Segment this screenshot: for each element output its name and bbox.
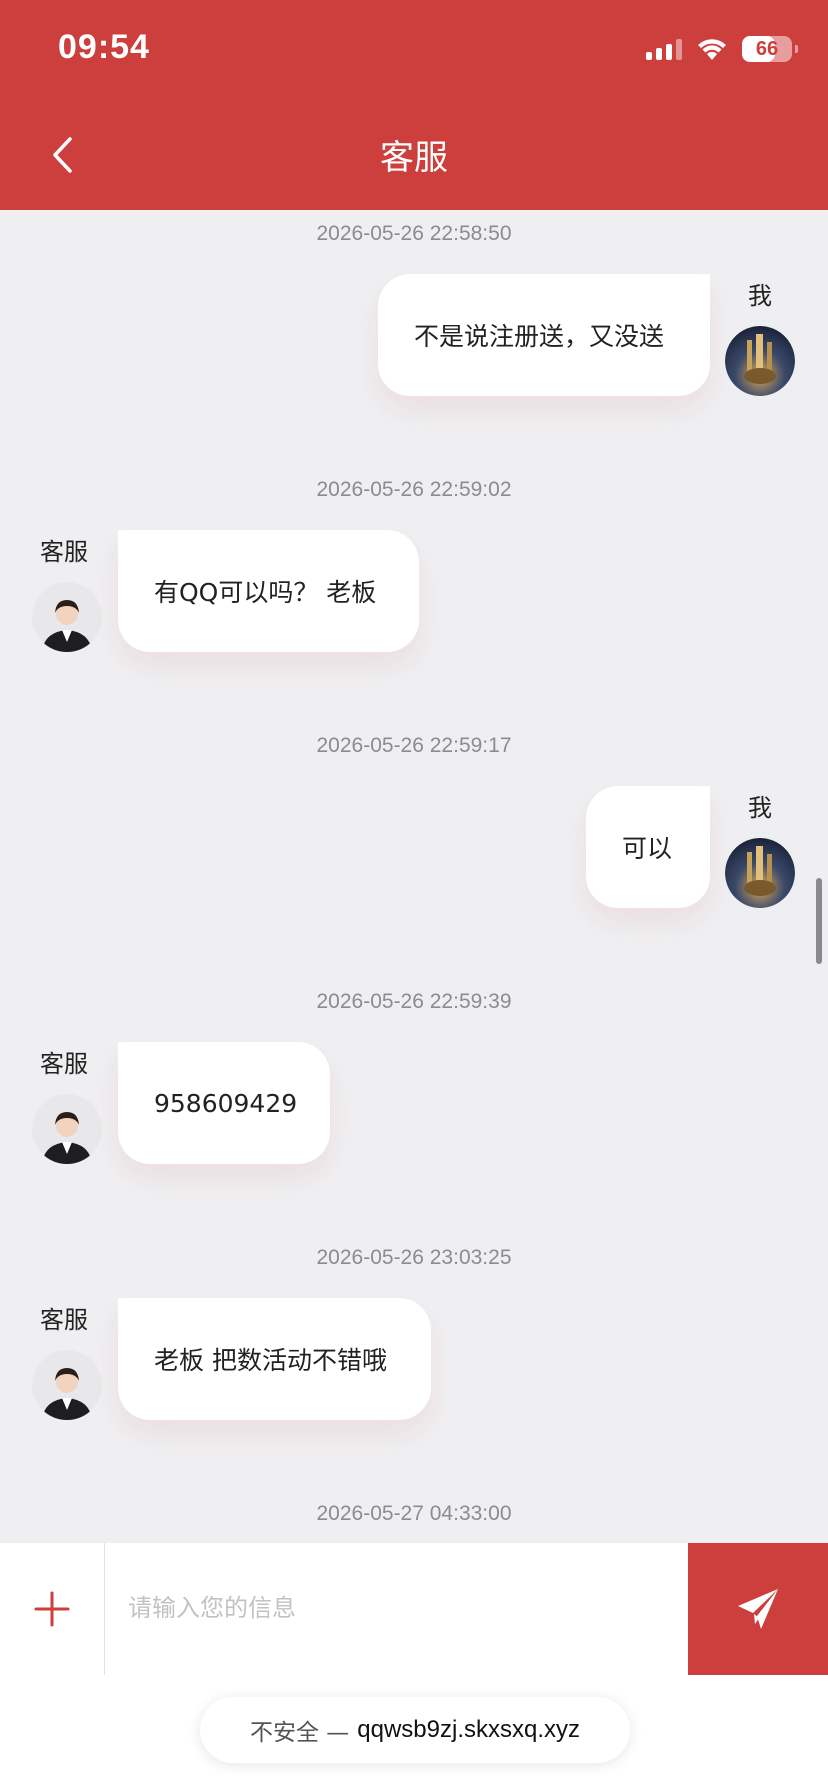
message-bubble-outgoing[interactable]: 不是说注册送，又没送 — [378, 274, 710, 396]
agent-avatar — [32, 1350, 102, 1420]
message-text: 不是说注册送，又没送 — [414, 322, 665, 351]
signal-icon — [646, 38, 682, 60]
composer-divider — [104, 1543, 105, 1675]
url-host: qqwsb9zj.skxsxq.xyz — [357, 1716, 581, 1743]
agent-avatar — [32, 582, 102, 652]
message-timestamp: 2026-05-26 23:03:25 — [316, 1246, 512, 1269]
message-timestamp: 2026-05-27 04:33:00 — [316, 1502, 512, 1525]
plus-icon — [34, 1591, 70, 1627]
app-header: 09:54 66 客服 — [0, 0, 828, 210]
user-avatar — [725, 838, 795, 908]
wifi-icon — [698, 39, 726, 60]
attach-button[interactable] — [0, 1543, 104, 1675]
message-text: 有QQ可以吗？ 老板 — [154, 578, 377, 607]
send-button[interactable] — [688, 1543, 828, 1675]
agent-avatar — [32, 1094, 102, 1164]
agent-avatar-image — [32, 1350, 102, 1420]
message-bubble-incoming[interactable]: 老板 把数活动不错哦 — [118, 1298, 431, 1420]
agent-avatar-image — [32, 1094, 102, 1164]
message-input[interactable] — [110, 1563, 678, 1653]
sender-name: 客服 — [40, 538, 88, 566]
status-icons: 66 — [646, 32, 798, 66]
send-icon — [738, 1589, 778, 1629]
insecure-label: 不安全 — — [249, 1720, 350, 1746]
address-bar[interactable]: 不安全 — qqwsb9zj.skxsxq.xyz — [200, 1697, 630, 1763]
agent-avatar-image — [32, 582, 102, 652]
message-bubble-incoming[interactable]: 958609429 — [118, 1042, 330, 1164]
message-bubble-incoming[interactable]: 有QQ可以吗？ 老板 — [118, 530, 419, 652]
battery-level-text: 66 — [755, 37, 779, 60]
scrollbar[interactable] — [816, 878, 822, 964]
user-avatar-image — [725, 838, 795, 908]
browser-bottom-bar: 不安全 — qqwsb9zj.skxsxq.xyz — [0, 1675, 828, 1792]
message-text: 老板 把数活动不错哦 — [154, 1346, 387, 1375]
message-timestamp: 2026-05-26 22:59:39 — [316, 990, 512, 1013]
sender-name: 客服 — [40, 1306, 88, 1334]
user-avatar-image — [725, 326, 795, 396]
user-avatar — [725, 326, 795, 396]
sender-name: 我 — [748, 282, 772, 310]
message-timestamp: 2026-05-26 22:59:02 — [316, 478, 512, 501]
message-bubble-outgoing[interactable]: 可以 — [586, 786, 710, 908]
status-time: 09:54 — [58, 28, 150, 66]
battery-icon: 66 — [742, 36, 798, 62]
message-text: 958609429 — [154, 1088, 298, 1118]
sender-name: 客服 — [40, 1050, 88, 1078]
message-timestamp: 2026-05-26 22:58:50 — [316, 222, 512, 245]
message-timestamp: 2026-05-26 22:59:17 — [316, 734, 512, 757]
page-title: 客服 — [380, 138, 448, 178]
message-text: 可以 — [622, 834, 673, 863]
message-composer — [0, 1543, 828, 1675]
chat-area[interactable]: 2026-05-26 22:58:50 我 不是说注册送，又没送 2026-05… — [0, 210, 828, 1543]
sender-name: 我 — [748, 794, 772, 822]
